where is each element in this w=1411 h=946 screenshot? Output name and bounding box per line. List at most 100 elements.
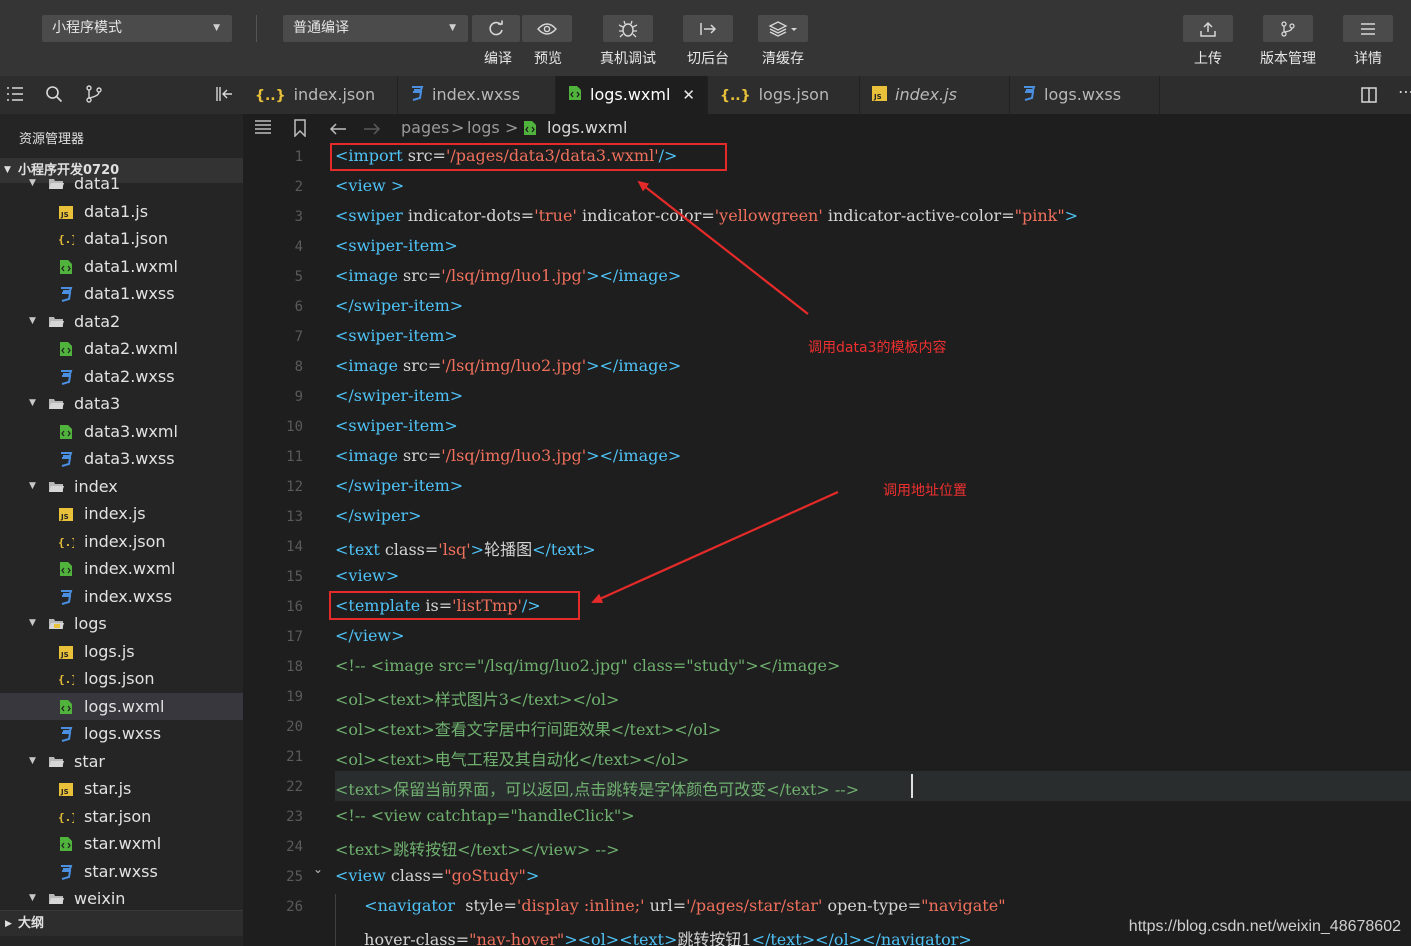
- tree-item-star-wxml[interactable]: star.wxml: [0, 830, 243, 857]
- chevron-down-icon[interactable]: ▼: [29, 610, 36, 637]
- device-debug-label: 真机调试: [600, 51, 656, 67]
- tab-logs-json[interactable]: {..} logs.json: [708, 76, 860, 114]
- background-label: 切后台: [687, 51, 729, 67]
- wxss-file-icon: [61, 287, 73, 302]
- toolbar-divider: [256, 15, 257, 42]
- tree-item-data3-wxss[interactable]: data3.wxss: [0, 445, 243, 472]
- compile-button[interactable]: [472, 15, 520, 42]
- chevron-down-icon[interactable]: ▼: [29, 748, 36, 775]
- details-button[interactable]: [1343, 15, 1393, 42]
- json-file-icon: {.}: [58, 536, 74, 549]
- tree-item-logs-wxml[interactable]: logs.wxml: [0, 692, 243, 720]
- tree-item-star-json[interactable]: {.} star.json: [0, 803, 243, 830]
- outline-section[interactable]: ▶ 大纲: [0, 910, 243, 936]
- compile-select[interactable]: 普通编译 ▼: [283, 15, 468, 42]
- tree-item-logs[interactable]: ▼ logs: [0, 610, 243, 637]
- chevron-down-icon: ▼: [213, 23, 220, 33]
- code-editor[interactable]: pages > logs > logs.wxml 1 <import src='/…: [243, 114, 1411, 946]
- version-button[interactable]: [1263, 15, 1313, 42]
- collapse-sidebar-icon[interactable]: [215, 85, 233, 103]
- split-editor-icon[interactable]: [1361, 87, 1377, 103]
- preview-button[interactable]: [522, 15, 572, 42]
- wxss-file-icon: [1022, 77, 1036, 115]
- mode-select[interactable]: 小程序模式 ▼: [42, 15, 232, 42]
- tree-item-data1-wxml[interactable]: data1.wxml: [0, 253, 243, 280]
- tree-item-weixin[interactable]: ▼ weixin: [0, 885, 243, 912]
- compile-select-value: 普通编译: [293, 20, 349, 36]
- file-explorer: 资源管理器 ▼ 小程序开发0720 ▼data1JSdata1.js{.}dat…: [0, 114, 243, 946]
- tree-item-index[interactable]: ▼ index: [0, 473, 243, 500]
- tree-item-data2-wxss[interactable]: data2.wxss: [0, 363, 243, 390]
- tree-item-logs-js[interactable]: JS logs.js: [0, 638, 243, 665]
- tab-logs-wxml[interactable]: logs.wxml ✕: [556, 76, 708, 114]
- clear-cache-button[interactable]: [758, 15, 808, 42]
- source-control-icon[interactable]: [85, 85, 103, 103]
- tree-item-label: data2: [74, 311, 121, 331]
- editor-tab-bar: {..} index.json index.wxss logs.wxml ✕ {.…: [0, 76, 1411, 114]
- folder-open-icon: [49, 894, 64, 904]
- wxml-file-icon: [568, 77, 582, 115]
- tree-item-index-json[interactable]: {.} index.json: [0, 528, 243, 555]
- upload-icon: [1200, 21, 1216, 37]
- close-icon[interactable]: ✕: [682, 76, 695, 114]
- more-actions-icon[interactable]: ⋯: [1398, 82, 1411, 101]
- tree-item-label: logs.json: [84, 669, 155, 688]
- explorer-title: 资源管理器: [19, 132, 85, 147]
- js-file-icon: JS: [59, 205, 73, 219]
- tree-item-data1-js[interactable]: JS data1.js: [0, 198, 243, 225]
- sidebar-activity-bar: [0, 76, 243, 114]
- svg-text:{.}: {.}: [58, 811, 74, 824]
- upload-button[interactable]: [1183, 15, 1233, 42]
- svg-text:JS: JS: [60, 651, 69, 659]
- tree-item-label: data1: [74, 174, 121, 193]
- tree-item-data2[interactable]: ▼ data2: [0, 308, 243, 335]
- tree-item-label: data3: [74, 394, 121, 413]
- json-file-icon: {..}: [255, 87, 286, 104]
- tree-item-index-wxml[interactable]: index.wxml: [0, 555, 243, 582]
- tree-item-label: data3.wxml: [84, 421, 178, 441]
- device-debug-button[interactable]: [603, 15, 653, 42]
- tree-item-data1[interactable]: ▼ data1: [0, 170, 243, 197]
- tree-item-index-js[interactable]: JS index.js: [0, 500, 243, 527]
- tree-item-data1-json[interactable]: {.} data1.json: [0, 225, 243, 252]
- switch-background-icon: [700, 22, 717, 35]
- tree-item-label: data1.wxml: [84, 256, 178, 276]
- tree-item-data3[interactable]: ▼ data3: [0, 390, 243, 417]
- search-icon[interactable]: [45, 85, 63, 103]
- tree-item-label: index.js: [84, 504, 146, 523]
- tree-item-star[interactable]: ▼ star: [0, 748, 243, 775]
- svg-text:{.}: {.}: [58, 233, 74, 246]
- tab-logs-wxss[interactable]: logs.wxss: [1010, 76, 1160, 114]
- tree-item-label: logs.js: [84, 641, 135, 661]
- tree-item-logs-wxss[interactable]: logs.wxss: [0, 720, 243, 747]
- tab-index-js[interactable]: JS index.js: [860, 76, 1010, 114]
- tab-index-json[interactable]: {..} index.json: [243, 76, 398, 114]
- tree-item-star-wxss[interactable]: star.wxss: [0, 858, 243, 885]
- wxml-file-icon: [60, 424, 72, 439]
- upload-label: 上传: [1194, 51, 1222, 67]
- chevron-down-icon[interactable]: ▼: [29, 170, 36, 197]
- tree-item-index-wxss[interactable]: index.wxss: [0, 583, 243, 610]
- tree-item-star-js[interactable]: JS star.js: [0, 775, 243, 802]
- tab-index-wxss[interactable]: index.wxss: [398, 76, 556, 114]
- svg-text:JS: JS: [60, 788, 69, 796]
- version-label: 版本管理: [1260, 51, 1316, 67]
- chevron-down-icon[interactable]: ▼: [29, 390, 36, 417]
- list-icon[interactable]: [6, 85, 24, 103]
- chevron-down-icon[interactable]: ▼: [29, 308, 36, 335]
- tree-item-label: weixin: [74, 889, 126, 908]
- top-toolbar: 小程序模式 ▼ 普通编译 ▼ 编译 预览 真机调试 切后台 清缓存 上传 版本管…: [0, 0, 1411, 76]
- tree-item-data2-wxml[interactable]: data2.wxml: [0, 335, 243, 362]
- svg-text:JS: JS: [60, 211, 69, 219]
- chevron-down-icon[interactable]: ▼: [29, 473, 36, 500]
- chevron-right-icon: ▶: [5, 919, 12, 929]
- js-file-icon: JS: [59, 783, 73, 796]
- wxml-file-icon: [60, 342, 72, 356]
- svg-text:{.}: {.}: [58, 673, 74, 686]
- tree-item-logs-json[interactable]: {.} logs.json: [0, 665, 243, 692]
- chevron-down-icon[interactable]: ▼: [29, 885, 36, 912]
- tree-item-data1-wxss[interactable]: data1.wxss: [0, 280, 243, 307]
- tree-item-data3-wxml[interactable]: data3.wxml: [0, 418, 243, 445]
- background-button[interactable]: [683, 15, 733, 42]
- wxss-file-icon: [61, 452, 73, 467]
